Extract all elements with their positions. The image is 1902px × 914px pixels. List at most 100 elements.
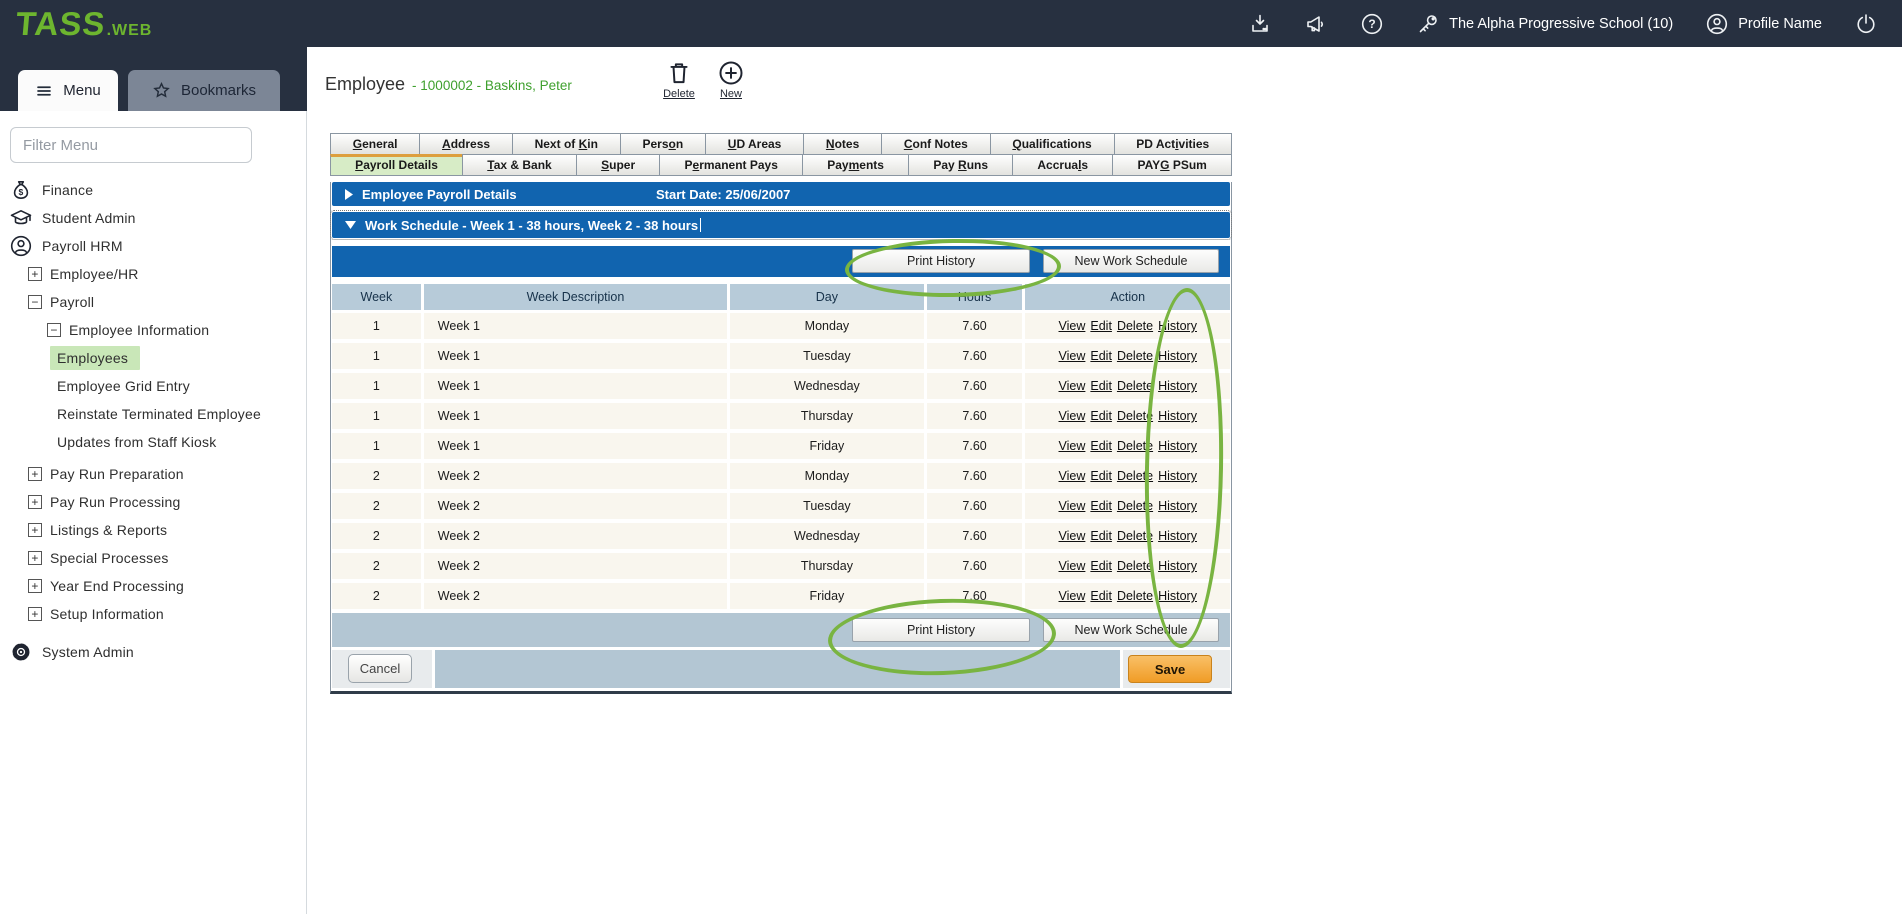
expand-icon[interactable]: + (28, 523, 42, 537)
tab-payg-psum[interactable]: PAYG PSum (1112, 154, 1232, 176)
delete-link[interactable]: Delete (1117, 319, 1153, 333)
sidebar-item-student-admin[interactable]: Student Admin (0, 204, 306, 232)
history-link[interactable]: History (1158, 409, 1197, 423)
tab-address[interactable]: Address (419, 133, 513, 155)
edit-link[interactable]: Edit (1090, 409, 1112, 423)
delete-link[interactable]: Delete (1117, 439, 1153, 453)
tab-tax-bank[interactable]: Tax & Bank (462, 154, 577, 176)
view-link[interactable]: View (1059, 349, 1086, 363)
tab-super[interactable]: Super (576, 154, 660, 176)
view-link[interactable]: View (1059, 379, 1086, 393)
edit-link[interactable]: Edit (1090, 529, 1112, 543)
tab-accruals[interactable]: Accruals (1012, 154, 1113, 176)
filter-menu-input[interactable] (10, 127, 252, 163)
power-icon[interactable] (1854, 12, 1878, 36)
collapse-icon[interactable]: − (47, 323, 61, 337)
sidebar-item-pay-run-preparation[interactable]: + Pay Run Preparation (0, 460, 306, 488)
sidebar-item-payroll-hrm[interactable]: Payroll HRM (0, 232, 306, 260)
company-switcher[interactable]: The Alpha Progressive School (10) (1416, 12, 1673, 36)
tab-pay-runs[interactable]: Pay Runs (908, 154, 1013, 176)
edit-link[interactable]: Edit (1090, 589, 1112, 603)
sidebar-item-employees-selected[interactable]: Employees (0, 344, 306, 372)
delete-button[interactable]: Delete (660, 59, 698, 100)
sidebar-item-employee-information[interactable]: − Employee Information (0, 316, 306, 344)
tab-notes[interactable]: Notes (803, 133, 882, 155)
delete-link[interactable]: Delete (1117, 409, 1153, 423)
delete-link[interactable]: Delete (1117, 379, 1153, 393)
delete-link[interactable]: Delete (1117, 349, 1153, 363)
tab-ud-areas[interactable]: UD Areas (705, 133, 804, 155)
print-history-button-top[interactable]: Print History (852, 249, 1030, 273)
history-link[interactable]: History (1158, 349, 1197, 363)
print-history-button-bottom[interactable]: Print History (852, 618, 1030, 642)
history-link[interactable]: History (1158, 379, 1197, 393)
edit-link[interactable]: Edit (1090, 319, 1112, 333)
delete-link[interactable]: Delete (1117, 529, 1153, 543)
expand-icon[interactable]: + (28, 579, 42, 593)
sidebar-item-pay-run-processing[interactable]: + Pay Run Processing (0, 488, 306, 516)
expand-icon[interactable]: + (28, 607, 42, 621)
delete-link[interactable]: Delete (1117, 589, 1153, 603)
view-link[interactable]: View (1059, 559, 1086, 573)
sidebar-item-employee-hr[interactable]: + Employee/HR (0, 260, 306, 288)
sidebar-item-payroll[interactable]: − Payroll (0, 288, 306, 316)
tab-person[interactable]: Person (620, 133, 706, 155)
tab-bookmarks[interactable]: Bookmarks (128, 70, 280, 111)
history-link[interactable]: History (1158, 439, 1197, 453)
delete-link[interactable]: Delete (1117, 469, 1153, 483)
view-link[interactable]: View (1059, 409, 1086, 423)
view-link[interactable]: View (1059, 469, 1086, 483)
new-button[interactable]: New (712, 59, 750, 100)
section-work-schedule[interactable]: Work Schedule - Week 1 - 38 hours, Week … (332, 212, 1230, 238)
view-link[interactable]: View (1059, 529, 1086, 543)
history-link[interactable]: History (1158, 469, 1197, 483)
cancel-button[interactable]: Cancel (348, 654, 412, 683)
edit-link[interactable]: Edit (1090, 499, 1112, 513)
sidebar-item-special-processes[interactable]: + Special Processes (0, 544, 306, 572)
download-icon[interactable] (1248, 12, 1272, 36)
question-circle-icon[interactable]: ? (1360, 12, 1384, 36)
view-link[interactable]: View (1059, 589, 1086, 603)
sidebar-item-system-admin[interactable]: System Admin (0, 638, 306, 666)
tab-conf-notes[interactable]: Conf Notes (881, 133, 991, 155)
profile-menu[interactable]: Profile Name (1705, 12, 1822, 36)
new-work-schedule-button-top[interactable]: New Work Schedule (1043, 249, 1219, 273)
expand-icon[interactable]: + (28, 467, 42, 481)
edit-link[interactable]: Edit (1090, 559, 1112, 573)
tab-menu[interactable]: Menu (18, 70, 118, 111)
view-link[interactable]: View (1059, 499, 1086, 513)
history-link[interactable]: History (1158, 589, 1197, 603)
new-work-schedule-button-bottom[interactable]: New Work Schedule (1043, 618, 1219, 642)
sidebar-item-reinstate-terminated-employee[interactable]: Reinstate Terminated Employee (0, 400, 306, 428)
sidebar-item-setup-information[interactable]: + Setup Information (0, 600, 306, 628)
tab-next-of-kin[interactable]: Next of Kin (512, 133, 621, 155)
megaphone-icon[interactable] (1304, 12, 1328, 36)
view-link[interactable]: View (1059, 439, 1086, 453)
view-link[interactable]: View (1059, 319, 1086, 333)
delete-link[interactable]: Delete (1117, 499, 1153, 513)
history-link[interactable]: History (1158, 529, 1197, 543)
edit-link[interactable]: Edit (1090, 439, 1112, 453)
expand-icon[interactable]: + (28, 267, 42, 281)
history-link[interactable]: History (1158, 319, 1197, 333)
history-link[interactable]: History (1158, 499, 1197, 513)
edit-link[interactable]: Edit (1090, 469, 1112, 483)
tab-pd-activities[interactable]: PD Activities (1114, 133, 1232, 155)
delete-link[interactable]: Delete (1117, 559, 1153, 573)
sidebar-item-finance[interactable]: $ Finance (0, 176, 306, 204)
edit-link[interactable]: Edit (1090, 379, 1112, 393)
history-link[interactable]: History (1158, 559, 1197, 573)
sidebar-item-year-end-processing[interactable]: + Year End Processing (0, 572, 306, 600)
section-employee-payroll-details[interactable]: Employee Payroll Details Start Date: 25/… (332, 182, 1230, 206)
tab-payroll-details-active[interactable]: Payroll Details (330, 154, 463, 176)
tab-general[interactable]: General (330, 133, 420, 155)
tab-qualifications[interactable]: Qualifications (990, 133, 1115, 155)
expand-icon[interactable]: + (28, 495, 42, 509)
sidebar-item-updates-from-staff-kiosk[interactable]: Updates from Staff Kiosk (0, 428, 306, 456)
collapse-icon[interactable]: − (28, 295, 42, 309)
tab-permanent-pays[interactable]: Permanent Pays (659, 154, 803, 176)
expand-icon[interactable]: + (28, 551, 42, 565)
save-button[interactable]: Save (1128, 655, 1212, 683)
edit-link[interactable]: Edit (1090, 349, 1112, 363)
tab-payments[interactable]: Payments (802, 154, 909, 176)
